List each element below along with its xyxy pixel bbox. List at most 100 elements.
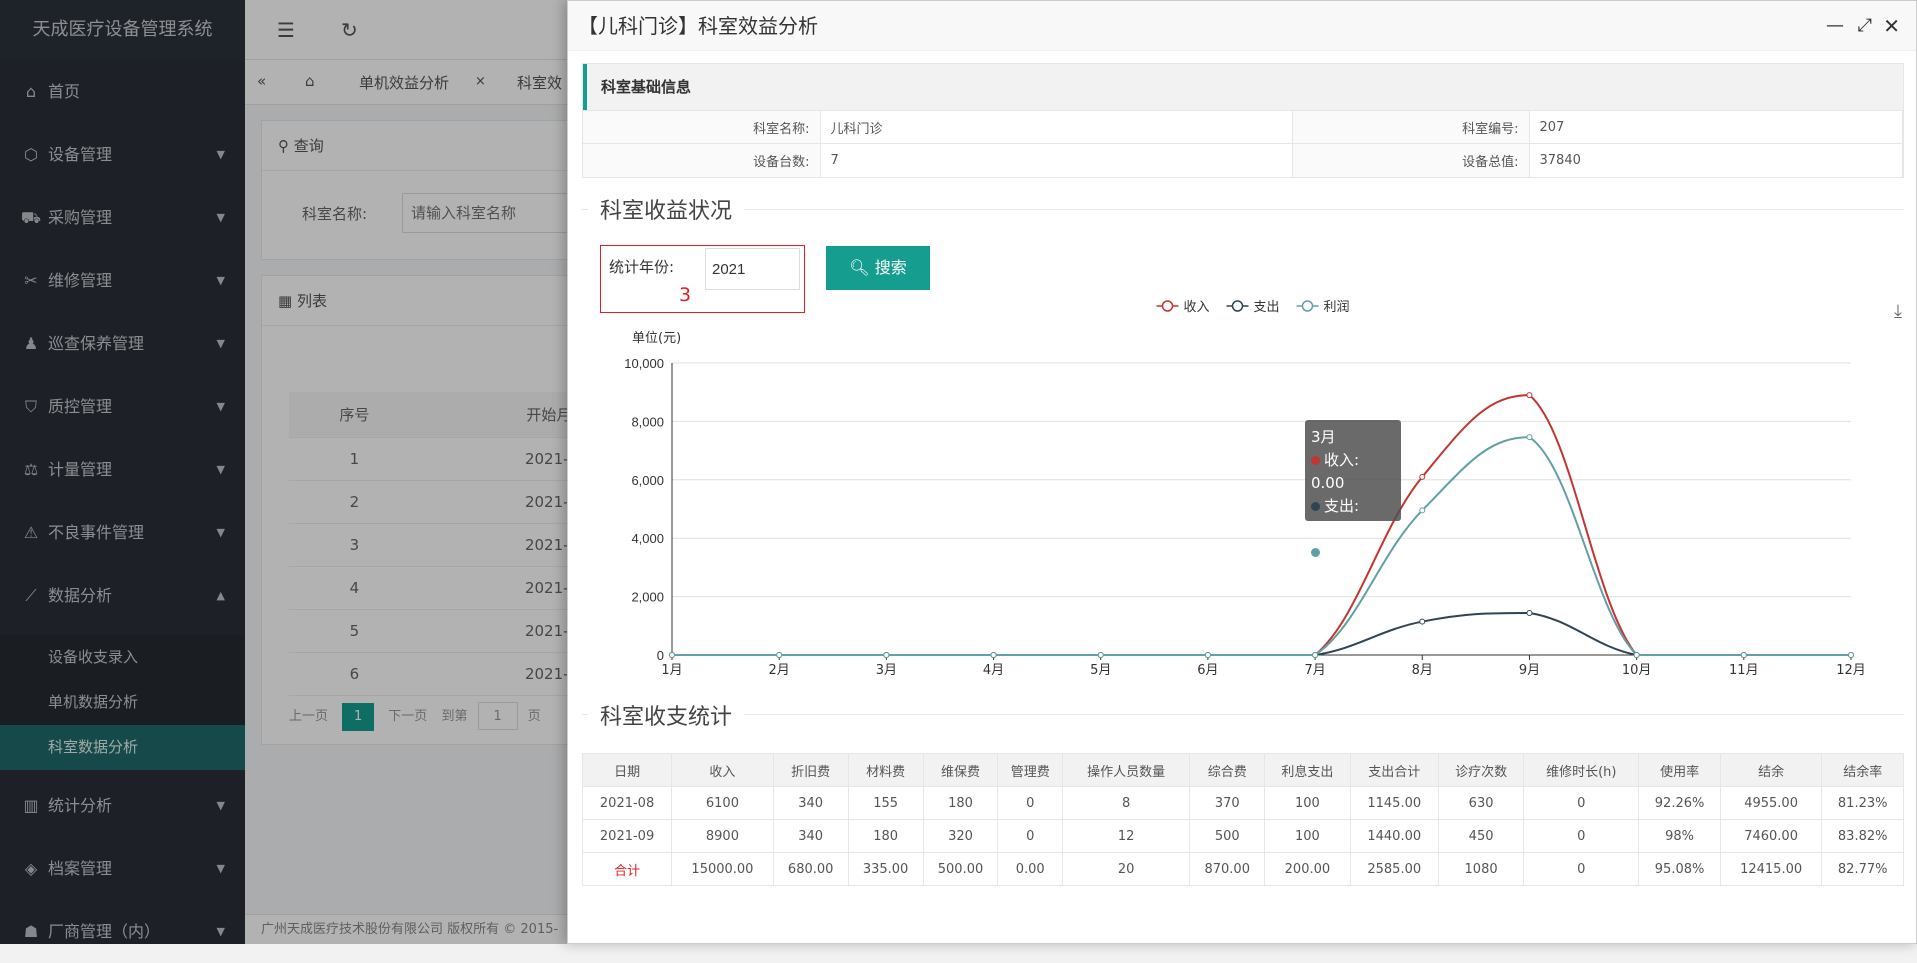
x-tick-label: 3月 bbox=[876, 663, 897, 678]
table-cell: 155 bbox=[847, 786, 924, 820]
warning-icon: ⚠ bbox=[23, 523, 39, 542]
pager-next[interactable]: 下一页 bbox=[388, 709, 427, 724]
tab-dept-analysis[interactable]: 科室效 bbox=[517, 72, 562, 93]
table-cell: 0.00 bbox=[997, 852, 1063, 886]
sidebar-subitem[interactable]: 设备收支录入 bbox=[0, 635, 245, 680]
data-point bbox=[1526, 434, 1533, 441]
table-cell: 180 bbox=[847, 819, 924, 853]
caret-down-icon: ▼ bbox=[216, 526, 225, 539]
search-icon: 🔍︎ bbox=[849, 258, 875, 277]
home-tab-icon[interactable]: ⌂ bbox=[305, 72, 315, 90]
user-icon: ♟ bbox=[23, 334, 39, 353]
caret-down-icon: ▼ bbox=[216, 463, 225, 476]
table-cell: 82.77% bbox=[1821, 852, 1904, 886]
data-point bbox=[776, 652, 783, 658]
table-cell: 5 bbox=[289, 609, 420, 653]
stats-table-header: 综合费 bbox=[1189, 753, 1266, 787]
year-input[interactable] bbox=[705, 248, 800, 290]
sidebar-item-cart[interactable]: ⛟ 采购管理 ▼ bbox=[0, 186, 245, 249]
sidebar-item-label: 采购管理 bbox=[48, 208, 113, 227]
sidebar-item-label: 数据分析 bbox=[48, 586, 113, 605]
sidebar-item-label: 首页 bbox=[48, 82, 81, 101]
caret-down-icon: ▼ bbox=[216, 400, 225, 413]
sidebar-item-line-chart[interactable]: ⟋ 数据分析 ▲ bbox=[0, 564, 245, 627]
sidebar-item-layers[interactable]: ◈ 档案管理 ▼ bbox=[0, 837, 245, 900]
series-line-0 bbox=[672, 394, 1852, 656]
data-point bbox=[1526, 392, 1533, 399]
tab-single-analysis[interactable]: 单机效益分析 bbox=[359, 72, 449, 93]
stats-table: 日期 收入 折旧费 材料费 维保费 管理费 操作人员数量 综合费 利息支出 支出合计 诊疗次数 维修时… bbox=[581, 753, 1904, 886]
shield-icon: ⛉ bbox=[24, 397, 37, 416]
data-point bbox=[1740, 652, 1747, 658]
table-cell: 3 bbox=[289, 523, 420, 567]
y-tick-label: 0 bbox=[657, 648, 664, 663]
pager-current[interactable]: 1 bbox=[342, 703, 375, 731]
table-cell: 83.82% bbox=[1821, 819, 1904, 853]
sidebar-item-balance[interactable]: ⚖ 计量管理 ▼ bbox=[0, 438, 245, 501]
device-value-value: 37840 bbox=[1529, 143, 1903, 177]
sidebar-item-label: 统计分析 bbox=[48, 796, 113, 815]
x-tick-label: 6月 bbox=[1197, 663, 1218, 678]
tooltip-dot-icon bbox=[1311, 502, 1320, 511]
sidebar-item-wrench[interactable]: ✂ 维修管理 ▼ bbox=[0, 249, 245, 312]
sidebar-item-warning[interactable]: ⚠ 不良事件管理 ▼ bbox=[0, 501, 245, 564]
sidebar-item-home[interactable]: ⌂ 首页 bbox=[0, 60, 245, 123]
sidebar-subitem[interactable]: 单机数据分析 bbox=[0, 680, 245, 725]
menu-toggle-icon[interactable]: ☰ bbox=[277, 18, 295, 42]
table-cell: 320 bbox=[922, 819, 999, 853]
data-point bbox=[1633, 652, 1640, 658]
sidebar-item-cube[interactable]: ⬡ 设备管理 ▼ bbox=[0, 123, 245, 186]
list-icon: ▦ bbox=[278, 292, 297, 310]
pager-goto-input[interactable]: 1 bbox=[477, 702, 518, 730]
users-icon: ☗ bbox=[23, 922, 39, 941]
pager-goto-label: 到第 bbox=[441, 709, 468, 724]
caret-down-icon: ▼ bbox=[216, 274, 225, 287]
tooltip-dot-icon bbox=[1311, 456, 1320, 465]
bar-chart-icon: ▥ bbox=[23, 796, 39, 815]
table-cell: 20 bbox=[1061, 852, 1191, 886]
table-cell: 1080 bbox=[1437, 852, 1525, 886]
y-tick-label: 6,000 bbox=[631, 473, 664, 488]
refresh-icon[interactable]: ↻ bbox=[341, 18, 358, 42]
close-icon[interactable]: ✕ bbox=[1883, 1, 1900, 51]
table-cell: 合计 bbox=[581, 852, 673, 886]
sidebar-item-users[interactable]: ☗ 厂商管理（内） ▼ bbox=[0, 900, 245, 963]
income-section-title: 科室收益状况 bbox=[588, 193, 745, 225]
sidebar-item-user[interactable]: ♟ 巡查保养管理 ▼ bbox=[0, 312, 245, 375]
pager-page-unit: 页 bbox=[527, 709, 541, 724]
x-tick-label: 11月 bbox=[1729, 663, 1759, 678]
maximize-icon[interactable]: ⤢ bbox=[1858, 1, 1872, 51]
table-cell: 12415.00 bbox=[1719, 852, 1823, 886]
dialog-title: 【儿科门诊】科室效益分析 bbox=[578, 14, 818, 38]
sidebar-item-bar-chart[interactable]: ▥ 统计分析 ▼ bbox=[0, 774, 245, 837]
caret-down-icon: ▼ bbox=[216, 337, 225, 350]
sidebar-item-shield[interactable]: ⛉ 质控管理 ▼ bbox=[0, 375, 245, 438]
stats-table-header: 维修时长(h) bbox=[1523, 753, 1640, 787]
caret-down-icon: ▼ bbox=[216, 211, 225, 224]
search-icon: ⚲ bbox=[278, 137, 294, 155]
income-line-chart: 0 2,000 4,000 6,000 8,000 10,000 单位(元) 1月 2月 3月 4月… bbox=[624, 300, 1866, 678]
pager: 上一页 1 下一页 到第 1 页 bbox=[289, 702, 541, 731]
chart-tooltip: 3月 收入: 0.00 支出: 0.00 利润: 0.00 bbox=[1305, 420, 1401, 584]
table-cell: 8 bbox=[1061, 786, 1191, 820]
x-tick-label: 10月 bbox=[1622, 663, 1652, 678]
x-tick-label: 1月 bbox=[661, 663, 682, 678]
table-cell: 0 bbox=[997, 786, 1063, 820]
minimize-icon[interactable]: — bbox=[1826, 1, 1844, 51]
x-tick-label: 9月 bbox=[1519, 663, 1540, 678]
series-line-1 bbox=[672, 611, 1852, 656]
table-cell: 92.26% bbox=[1638, 786, 1721, 820]
base-info-title: 科室基础信息 bbox=[583, 64, 1903, 110]
stats-table-header: 结余 bbox=[1719, 753, 1823, 787]
search-button[interactable]: 🔍︎ 搜索 bbox=[826, 246, 930, 290]
data-point bbox=[1419, 507, 1426, 514]
pager-prev[interactable]: 上一页 bbox=[289, 709, 328, 724]
tab-close-icon[interactable]: × bbox=[475, 74, 486, 89]
tab-scroll-left-icon[interactable]: « bbox=[257, 72, 266, 90]
sidebar-subitem[interactable]: 科室数据分析 bbox=[0, 725, 245, 770]
stats-table-header: 折旧费 bbox=[772, 753, 849, 787]
sidebar-item-label: 档案管理 bbox=[48, 859, 113, 878]
data-point bbox=[669, 652, 675, 658]
x-tick-label: 8月 bbox=[1412, 663, 1433, 678]
stats-table-header: 诊疗次数 bbox=[1437, 753, 1525, 787]
